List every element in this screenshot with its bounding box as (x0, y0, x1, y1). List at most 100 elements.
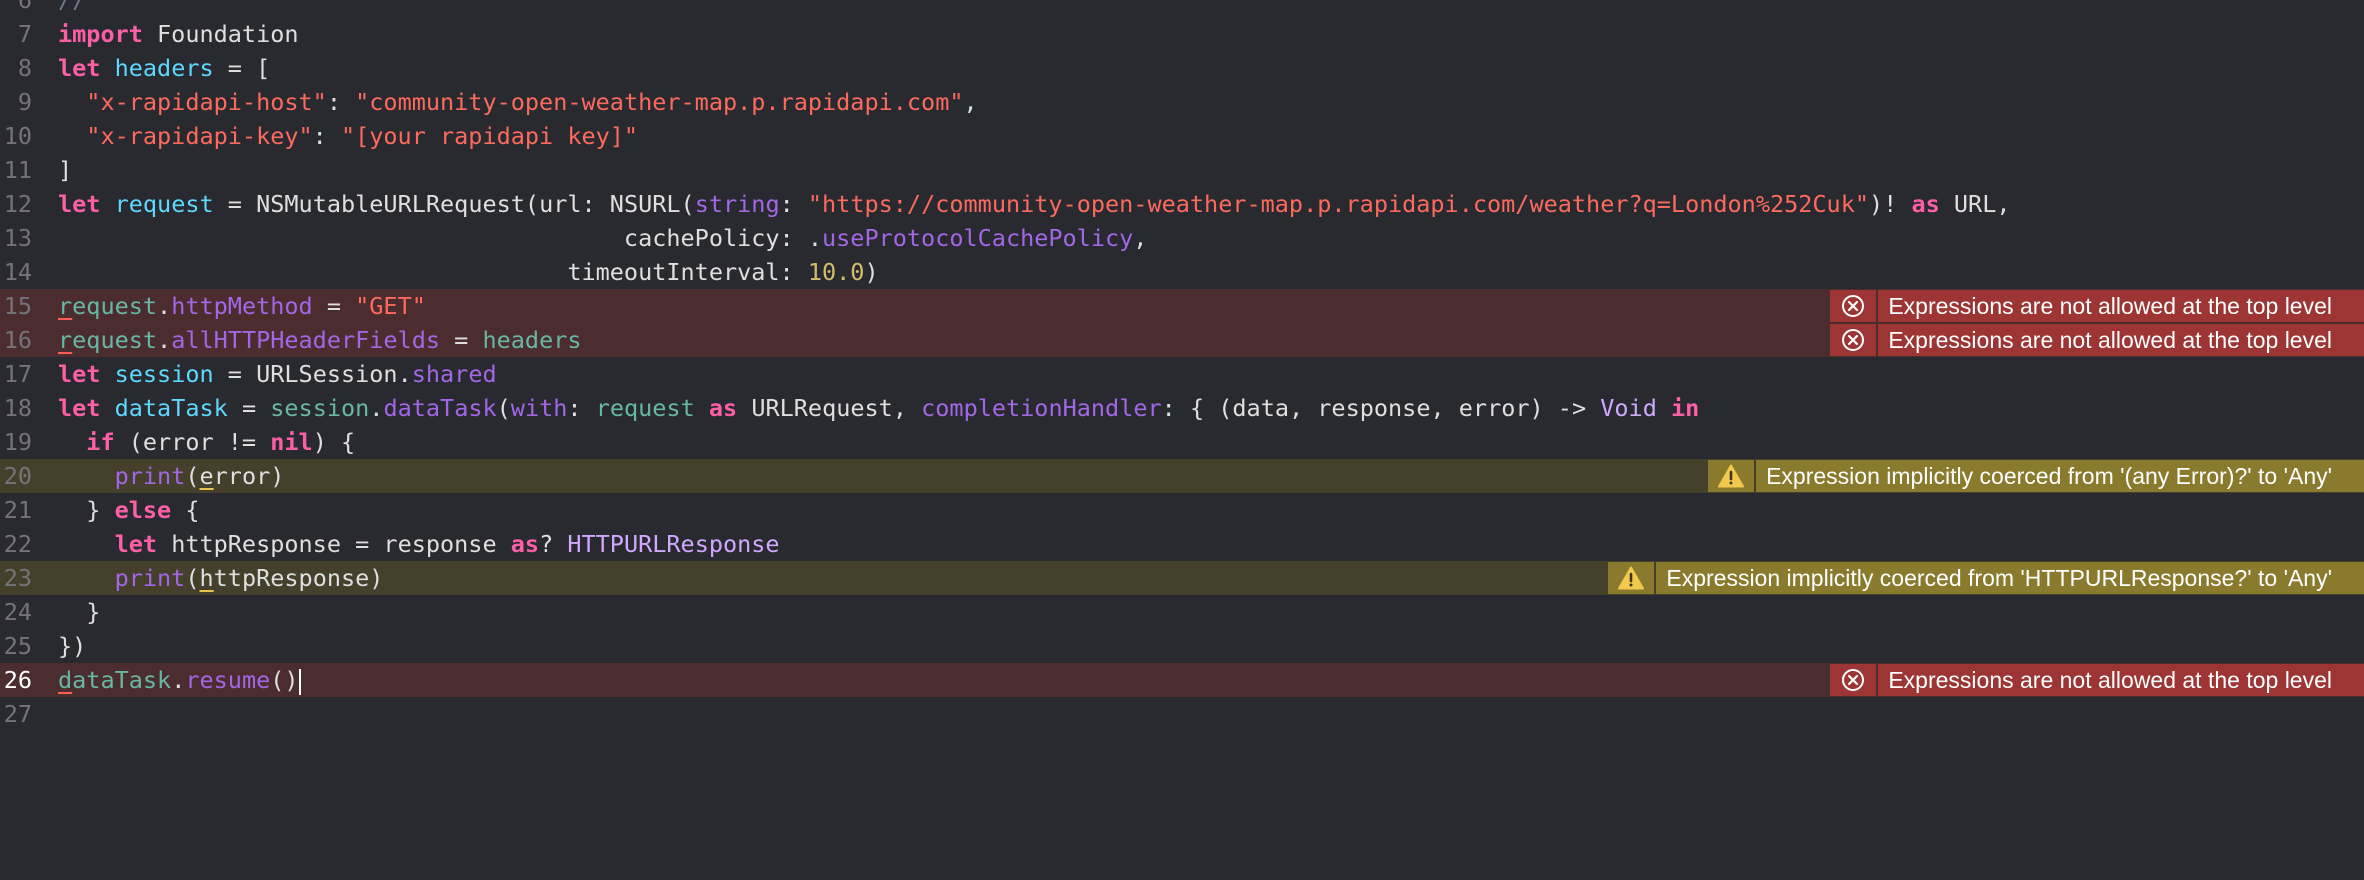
warning-annotation[interactable]: Expression implicitly coerced from 'HTTP… (1608, 562, 2364, 594)
warning-badge[interactable] (1708, 460, 1755, 492)
code-line[interactable]: 12 let request = NSMutableURLRequest(url:… (0, 187, 2364, 221)
code-text[interactable]: request.httpMethod = "GET" (58, 289, 426, 323)
code-text[interactable]: let dataTask = session.dataTask(with: re… (58, 391, 1699, 425)
code-token: , (1133, 224, 1148, 252)
code-text[interactable]: print(httpResponse) (58, 561, 384, 595)
code-text[interactable]: request.allHTTPHeaderFields = headers (58, 323, 582, 357)
code-text[interactable]: let session = URLSession.shared (58, 357, 497, 391)
code-token: "community-open-weather-map.p.rapidapi.c… (355, 88, 964, 116)
error-annotation[interactable]: Expressions are not allowed at the top l… (1830, 324, 2364, 356)
code-token: ( (185, 564, 200, 592)
code-editor[interactable]: 6//7 import Foundation 8 let headers = [9 "… (0, 0, 2364, 880)
line-number: 8 (17, 54, 32, 82)
code-line[interactable]: 20 print(error) Expression implicitly coe… (0, 459, 2364, 493)
code-token: ttpResponse) (213, 564, 384, 592)
code-text[interactable]: "x-rapidapi-host": "community-open-weath… (58, 85, 977, 119)
code-text[interactable]: print(error) (58, 459, 285, 493)
error-annotation[interactable]: Expressions are not allowed at the top l… (1830, 664, 2364, 696)
error-badge[interactable] (1830, 664, 1877, 696)
code-line[interactable]: 8 let headers = [ (0, 51, 2364, 85)
code-line[interactable]: 21 } else { (0, 493, 2364, 527)
warning-triangle-icon (1618, 566, 1645, 590)
code-line[interactable]: 17 let session = URLSession.shared (0, 357, 2364, 391)
code-line[interactable]: 10 "x-rapidapi-key": "[your rapidapi key… (0, 119, 2364, 153)
code-text[interactable]: if (error != nil) { (58, 425, 355, 459)
code-text[interactable]: // (58, 0, 86, 17)
code-text[interactable]: } (58, 595, 100, 629)
code-line[interactable]: 13 cachePolicy: .useProtocolCachePolicy, (0, 221, 2364, 255)
error-circle-x-icon (1841, 294, 1865, 318)
code-token: }) (58, 632, 87, 660)
error-circle-x-icon (1841, 668, 1865, 692)
code-line[interactable]: 6 // (0, 0, 2364, 17)
code-token: if (86, 428, 115, 456)
code-text[interactable]: "x-rapidapi-key": "[your rapidapi key]" (58, 119, 638, 153)
line-number: 10 (3, 122, 32, 150)
code-token: useProtocolCachePolicy (822, 224, 1134, 252)
error-badge[interactable] (1830, 324, 1877, 356)
code-text[interactable]: import Foundation (58, 17, 299, 51)
code-token: URLRequest, (737, 394, 922, 422)
code-token: import (58, 20, 143, 48)
diagnostic-message: Expression implicitly coerced from 'HTTP… (1656, 562, 2364, 594)
code-token: let (58, 394, 101, 422)
code-line[interactable]: 26 dataTask.resume() Expressions are not a… (0, 663, 2364, 697)
code-token: equest (72, 292, 158, 320)
code-line[interactable]: 18 let dataTask = session.dataTask(with: … (0, 391, 2364, 425)
code-token: session (114, 360, 214, 388)
line-number: 12 (3, 190, 32, 218)
code-text[interactable]: }) (58, 629, 86, 663)
code-token: = (227, 394, 271, 422)
code-token: print (114, 564, 186, 592)
code-token: . (157, 326, 172, 354)
code-line[interactable]: 22 let httpResponse = response as? HTTPU… (0, 527, 2364, 561)
code-token: print (114, 462, 186, 490)
error-annotation[interactable]: Expressions are not allowed at the top l… (1830, 290, 2364, 322)
code-text[interactable]: let request = NSMutableURLRequest(url: N… (58, 187, 2011, 221)
code-text[interactable]: let httpResponse = response as? HTTPURLR… (58, 527, 780, 561)
error-circle-x-icon (1841, 328, 1865, 352)
code-line[interactable]: 23 print(httpResponse) Expression implici… (0, 561, 2364, 595)
code-token: : (567, 394, 596, 422)
code-token: headers (114, 54, 214, 82)
code-text[interactable]: timeoutInterval: 10.0) (58, 255, 878, 289)
line-number: 11 (3, 156, 32, 184)
code-line[interactable]: 24 } (0, 595, 2364, 629)
code-line[interactable]: 14 timeoutInterval: 10.0) (0, 255, 2364, 289)
code-token: rror) (213, 462, 285, 490)
code-text[interactable]: } else { (58, 493, 199, 527)
code-line[interactable]: 27 (0, 697, 2364, 731)
code-line[interactable]: 7 import Foundation (0, 17, 2364, 51)
line-number: 14 (3, 258, 32, 286)
code-text[interactable]: let headers = [ (58, 51, 270, 85)
code-token: ? (539, 530, 568, 558)
code-token: "x-rapidapi-host" (86, 88, 327, 116)
code-line[interactable]: 19 if (error != nil) { (0, 425, 2364, 459)
warning-triangle-icon (1718, 464, 1745, 488)
code-text[interactable]: ] (58, 153, 72, 187)
code-token: Foundation (142, 20, 299, 48)
line-number: 27 (3, 700, 32, 728)
code-line[interactable]: 11] (0, 153, 2364, 187)
code-text[interactable]: dataTask.resume() (58, 663, 301, 697)
line-number: 16 (3, 326, 32, 354)
warning-badge[interactable] (1608, 562, 1655, 594)
code-token: = (312, 292, 356, 320)
warning-annotation[interactable]: Expression implicitly coerced from '(any… (1708, 460, 2364, 492)
code-line[interactable]: 9 "x-rapidapi-host": "community-open-wea… (0, 85, 2364, 119)
code-token: nil (270, 428, 313, 456)
code-line[interactable]: 16 request.allHTTPHeaderFields = headers E… (0, 323, 2364, 357)
code-token: resume (185, 666, 271, 694)
code-line[interactable]: 25}) (0, 629, 2364, 663)
code-text[interactable]: cachePolicy: .useProtocolCachePolicy, (58, 221, 1148, 255)
line-number: 19 (3, 428, 32, 456)
line-number: 25 (3, 632, 32, 660)
code-line[interactable]: 15 request.httpMethod = "GET" Expressions … (0, 289, 2364, 323)
error-badge[interactable] (1830, 290, 1877, 322)
line-number: 15 (3, 292, 32, 320)
code-token: . (171, 666, 186, 694)
